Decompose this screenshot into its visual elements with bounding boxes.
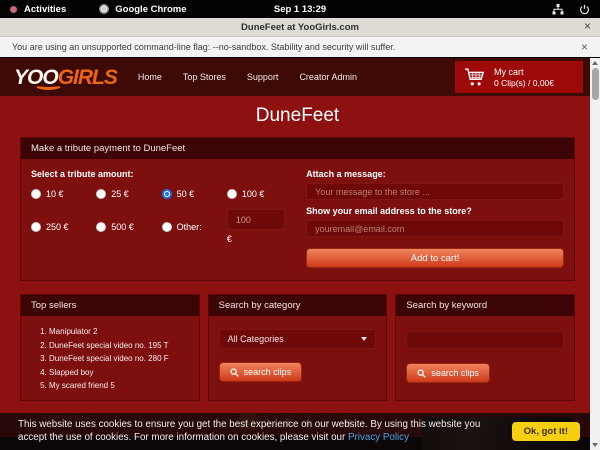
chrome-icon	[99, 4, 109, 14]
search-clips-label: search clips	[244, 367, 292, 377]
main-nav: Home Top Stores Support Creator Admin	[138, 72, 357, 82]
power-icon[interactable]	[579, 4, 590, 15]
scrollbar-down-arrow-icon[interactable]	[592, 443, 598, 447]
radio-icon[interactable]	[96, 222, 106, 232]
search-keyword-header: Search by keyword	[396, 295, 574, 316]
nav-item-support[interactable]: Support	[247, 72, 279, 82]
radio-label: 500 €	[111, 222, 134, 232]
window-title: DuneFeet at YooGirls.com	[241, 22, 359, 33]
radio-label: 100 €	[242, 189, 265, 199]
top-sellers-header: Top sellers	[21, 295, 199, 316]
store-page: DuneFeet Make a tribute payment to DuneF…	[0, 96, 600, 437]
activities-button[interactable]: Activities	[24, 4, 66, 15]
scrollbar[interactable]	[590, 58, 600, 450]
add-to-cart-button[interactable]: Add to cart!	[306, 248, 564, 268]
cart-icon	[464, 67, 486, 87]
top-seller-item[interactable]: DuneFeet special video no. 195 T	[49, 339, 189, 353]
cookie-consent-bar: This website uses cookies to ensure you …	[0, 413, 590, 450]
recording-dot-icon	[10, 6, 17, 13]
infobar-message: You are using an unsupported command-lin…	[12, 42, 395, 52]
radio-icon-selected[interactable]	[162, 189, 172, 199]
search-icon	[417, 369, 426, 378]
chrome-taskbar-item[interactable]: Google Chrome	[99, 4, 186, 15]
top-seller-item[interactable]: DuneFeet special video no. 280 F	[49, 352, 189, 366]
infobar-close-icon[interactable]: ×	[581, 40, 588, 54]
radio-label: 50 €	[177, 189, 195, 199]
radio-label: 250 €	[46, 222, 69, 232]
chevron-down-icon	[361, 337, 367, 341]
window-close-button[interactable]: ×	[584, 19, 591, 33]
scrollbar-thumb[interactable]	[592, 68, 599, 100]
radio-icon[interactable]	[31, 189, 41, 199]
message-input[interactable]	[306, 183, 564, 200]
chrome-infobar: You are using an unsupported command-lin…	[0, 37, 600, 57]
cart-title: My cart	[494, 67, 554, 77]
search-clips-label: search clips	[431, 368, 479, 378]
search-clips-keyword-button[interactable]: search clips	[406, 363, 490, 383]
search-keyword-panel: Search by keyword search clips	[395, 294, 575, 401]
top-sellers-list: Manipulator 2 DuneFeet special video no.…	[31, 325, 189, 393]
keyword-input[interactable]	[406, 331, 564, 349]
screen: Activities Google Chrome Sep 1 13:29	[0, 0, 600, 450]
radio-label: Other:	[177, 222, 202, 232]
browser-viewport: YOOGIRLS Home Top Stores Support Creator…	[0, 58, 600, 450]
cookie-message: This website uses cookies to ensure you …	[18, 419, 502, 445]
network-icon[interactable]	[552, 4, 564, 15]
chrome-taskbar-label: Google Chrome	[115, 4, 186, 15]
category-select[interactable]: All Categories	[219, 329, 377, 349]
nav-item-creator-admin[interactable]: Creator Admin	[299, 72, 357, 82]
radio-icon[interactable]	[162, 222, 172, 232]
other-amount-cell: €	[227, 209, 292, 244]
site-header: YOOGIRLS Home Top Stores Support Creator…	[0, 58, 600, 96]
euro-symbol: €	[227, 234, 232, 244]
search-icon	[230, 368, 239, 377]
window-titlebar: DuneFeet at YooGirls.com ×	[0, 18, 600, 37]
gnome-top-bar: Activities Google Chrome Sep 1 13:29	[0, 0, 600, 18]
scrollbar-up-arrow-icon[interactable]	[592, 61, 598, 65]
radio-icon[interactable]	[31, 222, 41, 232]
search-category-header: Search by category	[209, 295, 387, 316]
radio-option-other[interactable]: Other:	[162, 209, 227, 244]
site-logo[interactable]: YOOGIRLS	[14, 67, 125, 88]
top-seller-item[interactable]: My scared friend 5	[49, 379, 189, 393]
category-select-value: All Categories	[228, 334, 284, 344]
top-sellers-panel: Top sellers Manipulator 2 DuneFeet speci…	[20, 294, 200, 401]
radio-option-250[interactable]: 250 €	[31, 209, 96, 244]
top-seller-item[interactable]: Slapped boy	[49, 366, 189, 380]
nav-item-top-stores[interactable]: Top Stores	[183, 72, 226, 82]
radio-option-50-selected[interactable]: 50 €	[162, 189, 227, 199]
radio-option-25[interactable]: 25 €	[96, 189, 161, 199]
radio-icon[interactable]	[227, 189, 237, 199]
cart-summary: 0 Clip(s) / 0,00€	[494, 78, 554, 88]
nav-item-home[interactable]: Home	[138, 72, 162, 82]
radio-option-100[interactable]: 100 €	[227, 189, 292, 199]
amount-label: Select a tribute amount:	[31, 169, 292, 179]
radio-label: 25 €	[111, 189, 129, 199]
radio-option-500[interactable]: 500 €	[96, 209, 161, 244]
cookie-accept-button[interactable]: Ok, got it!	[512, 422, 580, 441]
email-input[interactable]	[306, 220, 564, 237]
privacy-policy-link[interactable]: Privacy Policy	[348, 432, 409, 443]
top-seller-item[interactable]: Manipulator 2	[49, 325, 189, 339]
radio-label: 10 €	[46, 189, 64, 199]
radio-icon[interactable]	[96, 189, 106, 199]
tribute-panel-header: Make a tribute payment to DuneFeet	[21, 138, 574, 159]
radio-option-10[interactable]: 10 €	[31, 189, 96, 199]
message-label: Attach a message:	[306, 169, 564, 179]
search-clips-category-button[interactable]: search clips	[219, 362, 303, 382]
logo-text-girls: GIRLS	[58, 66, 117, 89]
clock[interactable]: Sep 1 13:29	[274, 4, 326, 15]
cookie-message-text: This website uses cookies to ensure you …	[18, 419, 480, 443]
search-category-panel: Search by category All Categories	[208, 294, 388, 401]
amount-radio-group: 10 € 25 € 50 €	[31, 189, 292, 244]
other-amount-input[interactable]	[227, 209, 285, 230]
logo-swoosh	[35, 81, 62, 90]
tribute-panel: Make a tribute payment to DuneFeet Selec…	[20, 137, 575, 281]
page-title: DuneFeet	[20, 105, 575, 127]
email-label: Show your email address to the store?	[306, 206, 564, 216]
my-cart-button[interactable]: My cart 0 Clip(s) / 0,00€	[455, 61, 583, 93]
